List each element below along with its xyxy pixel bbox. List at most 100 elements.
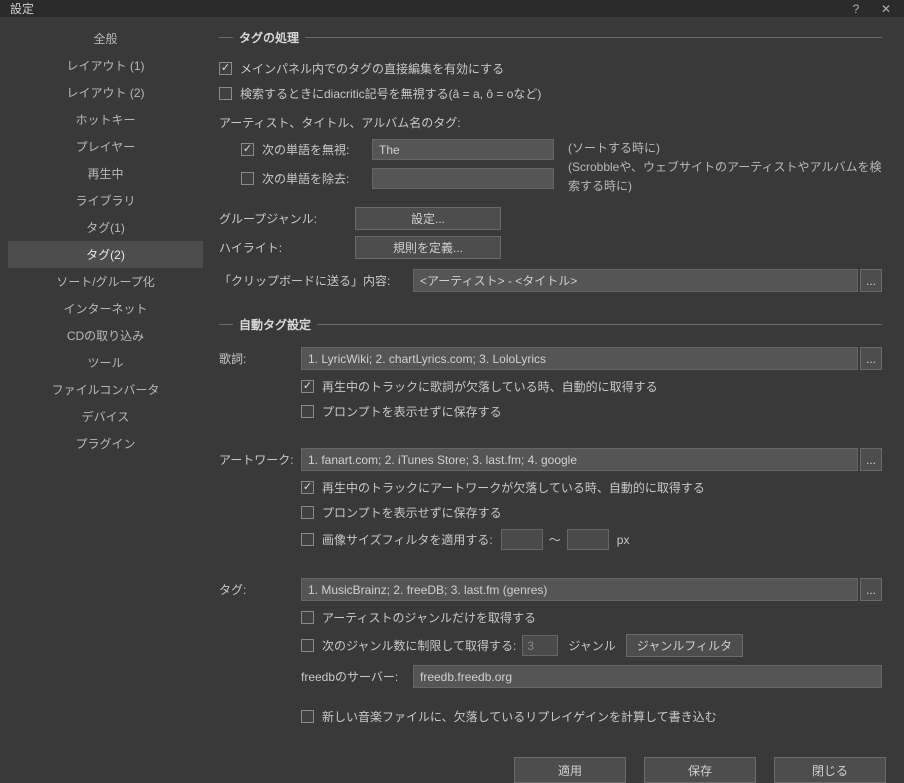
- label-artwork-sizefilter[interactable]: 画像サイズフィルタを適用する:: [322, 531, 493, 548]
- close-button[interactable]: 閉じる: [774, 757, 886, 783]
- label-limit-genres[interactable]: 次のジャンル数に制限して取得する:: [322, 637, 516, 654]
- checkbox-ignore-words[interactable]: [241, 143, 254, 156]
- input-remove-words[interactable]: [372, 168, 554, 189]
- input-freedb-server[interactable]: [413, 665, 882, 688]
- label-lyrics-silent[interactable]: プロンプトを表示せずに保存する: [322, 403, 502, 420]
- row-highlight: ハイライト: 規則を定義...: [219, 236, 882, 259]
- label-direct-edit[interactable]: メインパネル内でのタグの直接編集を有効にする: [240, 60, 504, 77]
- row-remove-words: 次の単語を除去:: [241, 168, 554, 189]
- settings-window: 設定 ? ✕ 全般 レイアウト (1) レイアウト (2) ホットキー プレイヤ…: [0, 0, 904, 777]
- footer: 適用 保存 閉じる: [0, 757, 904, 783]
- sidebar-item-player[interactable]: プレイヤー: [8, 133, 203, 160]
- button-clipboard-more[interactable]: ...: [860, 269, 882, 292]
- sidebar-item-tags1[interactable]: タグ(1): [8, 214, 203, 241]
- input-tags-sources[interactable]: [301, 578, 858, 601]
- sidebar-item-hotkeys[interactable]: ホットキー: [8, 106, 203, 133]
- row-replaygain: 新しい音楽ファイルに、欠落しているリプレイゲインを計算して書き込む: [301, 708, 882, 725]
- row-artwork-sizefilter: 画像サイズフィルタを適用する: ～ px: [301, 529, 882, 550]
- button-tags-sources-more[interactable]: ...: [860, 578, 882, 601]
- row-lyrics-sources: ...: [301, 347, 882, 370]
- row-artist-genre-only: アーティストのジャンルだけを取得する: [301, 609, 882, 626]
- sidebar-item-cdrip[interactable]: CDの取り込み: [8, 322, 203, 349]
- input-clipboard-format[interactable]: [413, 269, 858, 292]
- hint-scrobble: (Scrobbleや、ウェブサイトのアーティストやアルバムを検索する時に): [568, 158, 882, 196]
- row-clipboard: 「クリップボードに送る」内容: ...: [219, 269, 882, 292]
- label-ignore-words[interactable]: 次の単語を無視:: [262, 141, 372, 158]
- sidebar-item-library[interactable]: ライブラリ: [8, 187, 203, 214]
- label-replaygain[interactable]: 新しい音楽ファイルに、欠落しているリプレイゲインを計算して書き込む: [322, 708, 717, 725]
- sidebar-item-layout2[interactable]: レイアウト (2): [8, 79, 203, 106]
- row-lyrics-autofetch: 再生中のトラックに歌詞が欠落している時、自動的に取得する: [301, 378, 882, 395]
- sidebar-item-devices[interactable]: デバイス: [8, 403, 203, 430]
- main-panel: タグの処理 メインパネル内でのタグの直接編集を有効にする 検索するときにdiac…: [203, 17, 896, 749]
- input-artwork-sources[interactable]: [301, 448, 858, 471]
- titlebar-controls: ? ✕: [848, 2, 894, 16]
- row-artwork-sources: ...: [301, 448, 882, 471]
- sidebar-item-plugins[interactable]: プラグイン: [8, 430, 203, 457]
- artist-title-album-heading: アーティスト、タイトル、アルバム名のタグ:: [219, 114, 882, 131]
- checkbox-artwork-silent[interactable]: [301, 506, 314, 519]
- button-lyrics-sources-more[interactable]: ...: [860, 347, 882, 370]
- checkbox-direct-edit[interactable]: [219, 62, 232, 75]
- px-label: px: [617, 533, 630, 547]
- label-artist-genre-only[interactable]: アーティストのジャンルだけを取得する: [322, 609, 536, 626]
- sidebar-item-nowplaying[interactable]: 再生中: [8, 160, 203, 187]
- sidebar-item-tags2[interactable]: タグ(2): [8, 241, 203, 268]
- checkbox-limit-genres[interactable]: [301, 639, 314, 652]
- sidebar: 全般 レイアウト (1) レイアウト (2) ホットキー プレイヤー 再生中 ラ…: [8, 17, 203, 749]
- apply-button[interactable]: 適用: [514, 757, 626, 783]
- ignore-hints: (ソートする時に) (Scrobbleや、ウェブサイトのアーティストやアルバムを…: [568, 139, 882, 197]
- sidebar-item-sorting[interactable]: ソート/グループ化: [8, 268, 203, 295]
- label-diacritics[interactable]: 検索するときにdiacritic記号を無視する(â = a, ô = oなど): [240, 85, 541, 102]
- label-highlight: ハイライト:: [219, 239, 355, 256]
- row-limit-genres: 次のジャンル数に制限して取得する: ジャンル ジャンルフィルタ: [301, 634, 882, 657]
- button-genre-filter[interactable]: ジャンルフィルタ: [626, 634, 743, 657]
- row-artwork-silent: プロンプトを表示せずに保存する: [301, 504, 882, 521]
- checkbox-diacritics[interactable]: [219, 87, 232, 100]
- label-genre-unit: ジャンル: [568, 637, 615, 654]
- button-artwork-sources-more[interactable]: ...: [860, 448, 882, 471]
- section-header: タグの処理: [219, 29, 882, 46]
- body: 全般 レイアウト (1) レイアウト (2) ホットキー プレイヤー 再生中 ラ…: [0, 17, 904, 757]
- sidebar-item-tools[interactable]: ツール: [8, 349, 203, 376]
- section-title-auto-tag: 自動タグ設定: [233, 316, 317, 333]
- row-lyrics-silent: プロンプトを表示せずに保存する: [301, 403, 882, 420]
- checkbox-remove-words[interactable]: [241, 172, 254, 185]
- checkbox-artwork-autofetch[interactable]: [301, 481, 314, 494]
- label-clipboard: 「クリップボードに送る」内容:: [219, 272, 413, 289]
- sidebar-item-general[interactable]: 全般: [8, 25, 203, 52]
- input-ignore-words[interactable]: [372, 139, 554, 160]
- input-size-to[interactable]: [567, 529, 609, 550]
- button-group-genre-settings[interactable]: 設定...: [355, 207, 501, 230]
- label-lyrics-autofetch[interactable]: 再生中のトラックに歌詞が欠落している時、自動的に取得する: [322, 378, 658, 395]
- label-artwork-silent[interactable]: プロンプトを表示せずに保存する: [322, 504, 502, 521]
- block-artwork: アートワーク: ... 再生中のトラックにアートワークが欠落している時、自動的に…: [219, 448, 882, 558]
- row-artwork-autofetch: 再生中のトラックにアートワークが欠落している時、自動的に取得する: [301, 479, 882, 496]
- input-limit-genres-count[interactable]: [522, 635, 558, 656]
- button-highlight-rules[interactable]: 規則を定義...: [355, 236, 501, 259]
- help-icon[interactable]: ?: [848, 2, 864, 16]
- sidebar-item-layout1[interactable]: レイアウト (1): [8, 52, 203, 79]
- sidebar-item-converter[interactable]: ファイルコンバータ: [8, 376, 203, 403]
- label-tags-side: タグ:: [219, 578, 301, 698]
- label-artwork-autofetch[interactable]: 再生中のトラックにアートワークが欠落している時、自動的に取得する: [322, 479, 705, 496]
- row-direct-edit: メインパネル内でのタグの直接編集を有効にする: [219, 60, 882, 77]
- section-auto-tag: 自動タグ設定 歌詞: ... 再生中のトラックに歌詞が欠落している時、自動的に取…: [219, 316, 882, 725]
- block-tags: タグ: ... アーティストのジャンルだけを取得する 次のジャンル数に制限: [219, 578, 882, 698]
- hint-sort: (ソートする時に): [568, 139, 882, 158]
- label-group-genre: グループジャンル:: [219, 210, 355, 227]
- row-tags-sources: ...: [301, 578, 882, 601]
- sidebar-item-internet[interactable]: インターネット: [8, 295, 203, 322]
- label-remove-words[interactable]: 次の単語を除去:: [262, 170, 372, 187]
- checkbox-lyrics-autofetch[interactable]: [301, 380, 314, 393]
- save-button[interactable]: 保存: [644, 757, 756, 783]
- checkbox-lyrics-silent[interactable]: [301, 405, 314, 418]
- checkbox-replaygain[interactable]: [301, 710, 314, 723]
- close-icon[interactable]: ✕: [878, 2, 894, 16]
- input-lyrics-sources[interactable]: [301, 347, 858, 370]
- section-header-auto: 自動タグ設定: [219, 316, 882, 333]
- checkbox-artwork-sizefilter[interactable]: [301, 533, 314, 546]
- block-lyrics: 歌詞: ... 再生中のトラックに歌詞が欠落している時、自動的に取得する: [219, 347, 882, 428]
- checkbox-artist-genre-only[interactable]: [301, 611, 314, 624]
- input-size-from[interactable]: [501, 529, 543, 550]
